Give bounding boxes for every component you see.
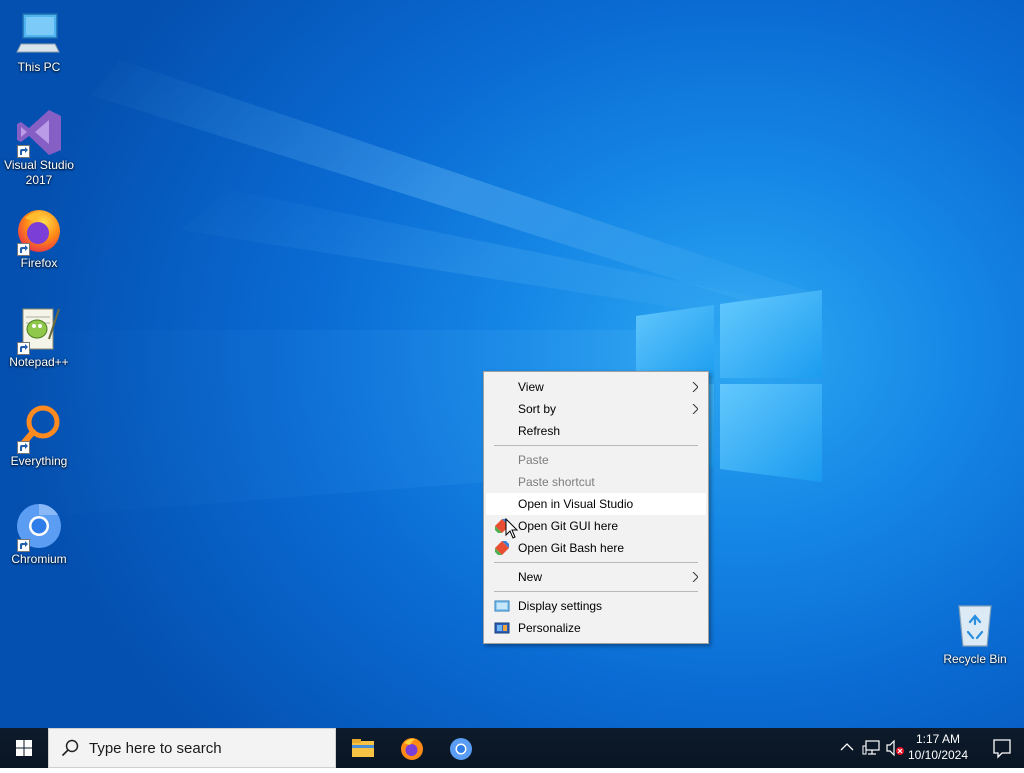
shortcut-arrow-icon xyxy=(17,441,30,454)
volume-muted-icon[interactable] xyxy=(885,740,905,756)
desktop-icon-everything[interactable]: Everything xyxy=(1,404,77,469)
action-center-button[interactable] xyxy=(980,728,1024,768)
menu-item-open-in-visual-studio[interactable]: Open in Visual Studio xyxy=(486,493,706,515)
desktop-icon-recycle-bin[interactable]: Recycle Bin xyxy=(937,602,1013,667)
menu-item-personalize[interactable]: Personalize xyxy=(486,617,706,639)
menu-item-open-git-gui[interactable]: Open Git GUI here xyxy=(486,515,706,537)
desktop-icon-this-pc[interactable]: This PC xyxy=(1,10,77,75)
chromium-icon xyxy=(15,502,63,552)
personalize-icon xyxy=(494,622,510,634)
icon-label: Notepad++ xyxy=(9,355,69,369)
notification-icon xyxy=(993,739,1011,759)
show-hidden-icons-chevron-up-icon[interactable] xyxy=(840,740,854,754)
search-icon xyxy=(61,739,79,757)
start-button[interactable] xyxy=(0,728,48,768)
taskbar-firefox[interactable] xyxy=(387,728,435,768)
menu-item-display-settings[interactable]: Display settings xyxy=(486,595,706,617)
icon-label-line-2: 2017 xyxy=(25,173,53,187)
icon-label: Visual Studio xyxy=(4,158,74,172)
computer-icon xyxy=(15,10,63,58)
clock-date: 10/10/2024 xyxy=(907,748,969,762)
everything-search-icon xyxy=(15,404,63,454)
menu-item-paste-shortcut[interactable]: Paste shortcut xyxy=(486,471,706,493)
taskbar-clock[interactable]: 1:17 AM 10/10/2024 xyxy=(906,731,970,763)
menu-item-sort-by[interactable]: Sort by xyxy=(486,398,706,420)
desktop-context-menu: View Sort by Refresh Paste Paste shortcu… xyxy=(483,371,709,644)
search-placeholder: Type here to search xyxy=(89,740,222,757)
clock-time: 1:17 AM xyxy=(915,732,961,746)
menu-separator xyxy=(494,445,698,446)
icon-label: Chromium xyxy=(11,552,67,566)
icon-label: Recycle Bin xyxy=(943,652,1007,666)
desktop[interactable]: This PC Visual Studio 2017 Firefox Notep… xyxy=(0,0,1024,728)
mouse-cursor-icon xyxy=(505,518,519,539)
chromium-icon xyxy=(450,738,472,760)
menu-separator xyxy=(494,591,698,592)
taskbar-search-box[interactable]: Type here to search xyxy=(48,728,336,768)
firefox-icon xyxy=(15,206,63,256)
chevron-right-icon xyxy=(692,404,698,414)
menu-item-new[interactable]: New xyxy=(486,566,706,588)
taskbar: Type here to search 1:17 AM 10/10/2024 xyxy=(0,728,1024,768)
menu-item-refresh[interactable]: Refresh xyxy=(486,420,706,442)
shortcut-arrow-icon xyxy=(17,539,30,552)
network-icon[interactable] xyxy=(862,740,880,756)
git-bash-icon xyxy=(495,541,509,555)
icon-label: Everything xyxy=(10,454,68,468)
recycle-bin-icon xyxy=(951,602,999,650)
desktop-icon-notepad-plus-plus[interactable]: Notepad++ xyxy=(1,305,77,370)
desktop-icon-firefox[interactable]: Firefox xyxy=(1,206,77,271)
desktop-icon-chromium[interactable]: Chromium xyxy=(1,502,77,567)
notepad-plus-plus-icon xyxy=(15,305,63,355)
menu-separator xyxy=(494,562,698,563)
menu-item-view[interactable]: View xyxy=(486,376,706,398)
icon-label: This PC xyxy=(17,60,61,74)
taskbar-chromium[interactable] xyxy=(436,728,484,768)
menu-item-open-git-bash[interactable]: Open Git Bash here xyxy=(486,537,706,559)
windows-start-icon xyxy=(16,740,32,756)
shortcut-arrow-icon xyxy=(17,342,30,355)
taskbar-file-explorer[interactable] xyxy=(338,728,386,768)
firefox-icon xyxy=(401,738,423,760)
shortcut-arrow-icon xyxy=(17,243,30,256)
chevron-right-icon xyxy=(692,382,698,392)
desktop-icon-visual-studio[interactable]: Visual Studio 2017 xyxy=(1,108,77,188)
shortcut-arrow-icon xyxy=(17,145,30,158)
chevron-right-icon xyxy=(692,572,698,582)
menu-item-paste[interactable]: Paste xyxy=(486,449,706,471)
file-explorer-icon xyxy=(352,739,374,757)
icon-label: Firefox xyxy=(20,256,58,270)
display-settings-icon xyxy=(494,600,510,612)
visual-studio-icon xyxy=(15,108,63,158)
